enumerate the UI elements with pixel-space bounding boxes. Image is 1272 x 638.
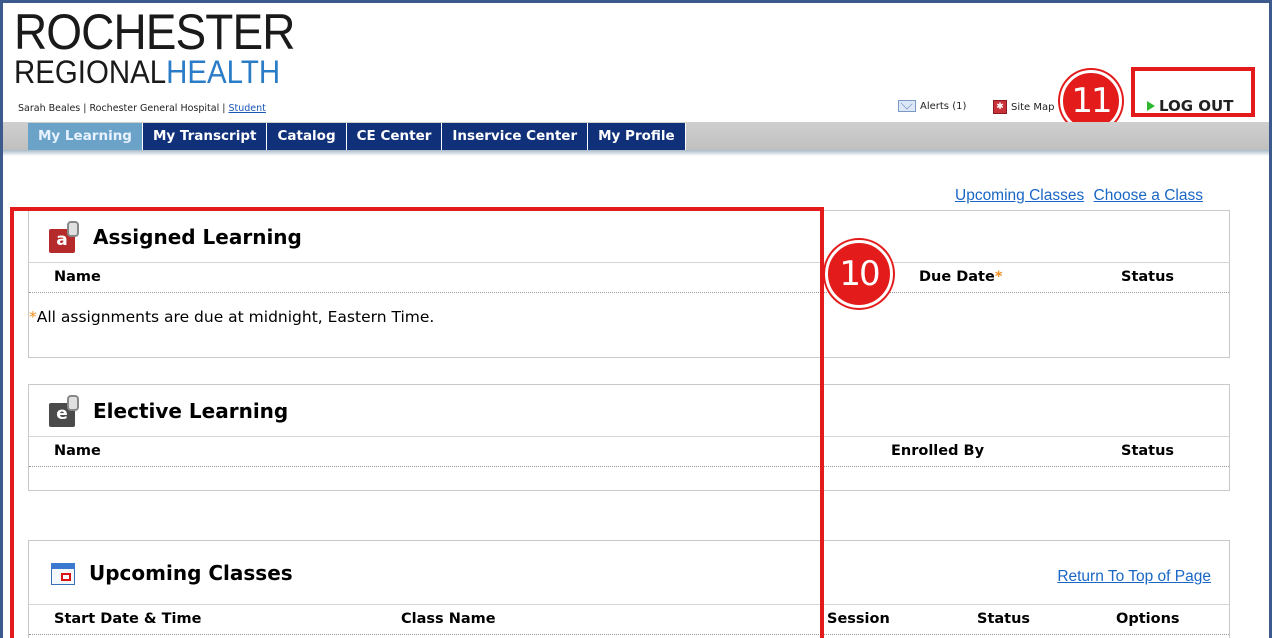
col-options[interactable]: Options — [1116, 611, 1180, 627]
brand-logo[interactable]: ROCHESTER REGIONALHEALTH — [14, 4, 319, 88]
quick-links: Upcoming Classes Choose a Class — [955, 187, 1208, 205]
upcoming-column-headers: Start Date & Time Class Name Session Sta… — [29, 605, 1229, 635]
col-class-name[interactable]: Class Name — [401, 611, 496, 627]
envelope-icon — [898, 100, 916, 112]
col-name[interactable]: Name — [54, 443, 101, 459]
assigned-learning-icon: a — [49, 220, 81, 253]
due-date-asterisk: * — [994, 269, 1003, 285]
tab-my-profile[interactable]: My Profile — [588, 123, 686, 150]
upcoming-classes-link[interactable]: Upcoming Classes — [955, 187, 1084, 204]
note-asterisk: * — [29, 308, 37, 326]
brand-line2: REGIONALHEALTH — [14, 56, 295, 88]
col-enrolled-by[interactable]: Enrolled By — [891, 443, 984, 459]
choose-class-link[interactable]: Choose a Class — [1094, 187, 1203, 204]
alerts-label: Alerts (1) — [920, 100, 967, 112]
upcoming-classes-title: Upcoming Classes — [89, 560, 293, 585]
col-status[interactable]: Status — [1121, 269, 1174, 285]
assigned-learning-panel: a Assigned Learning Name Due Date* Statu… — [28, 210, 1230, 358]
tab-catalog[interactable]: Catalog — [267, 123, 347, 150]
user-info: Sarah Beales | Rochester General Hospita… — [18, 103, 266, 114]
main-tabs: My Learning My Transcript Catalog CE Cen… — [28, 123, 686, 150]
site-map-icon: ✱ — [993, 100, 1007, 114]
elective-column-headers: Name Enrolled By Status — [29, 437, 1229, 467]
col-due-date[interactable]: Due Date* — [919, 269, 1002, 285]
col-status[interactable]: Status — [977, 611, 1030, 627]
tab-my-transcript[interactable]: My Transcript — [142, 123, 268, 150]
elective-learning-panel: e Elective Learning Name Enrolled By Sta… — [28, 384, 1230, 491]
site-map-label: Site Map — [1011, 101, 1055, 113]
alerts-link[interactable]: Alerts (1) — [898, 100, 966, 112]
assigned-column-headers: Name Due Date* Status — [29, 263, 1229, 293]
calendar-icon — [49, 559, 77, 587]
col-due-date-label: Due Date — [919, 269, 995, 285]
col-status[interactable]: Status — [1121, 443, 1174, 459]
assigned-learning-title: Assigned Learning — [93, 224, 302, 249]
nav-shadow — [3, 150, 1269, 156]
annotation-box-11 — [1131, 67, 1255, 117]
tab-my-learning[interactable]: My Learning — [28, 123, 143, 150]
assigned-learning-header: a Assigned Learning — [29, 211, 1229, 263]
col-session[interactable]: Session — [827, 611, 890, 627]
return-top-link[interactable]: Return To Top of Page — [1057, 568, 1211, 586]
role-link[interactable]: Student — [228, 103, 265, 114]
tab-ce-center[interactable]: CE Center — [346, 123, 443, 150]
elective-learning-header: e Elective Learning — [29, 385, 1229, 437]
brand-health: HEALTH — [166, 54, 281, 90]
due-note: *All assignments are due at midnight, Ea… — [29, 308, 434, 326]
brand-regional: REGIONAL — [14, 54, 167, 90]
annotation-badge-10: 10 — [825, 240, 893, 308]
elective-learning-icon: e — [49, 394, 81, 427]
upcoming-classes-header: Upcoming Classes Return To Top of Page — [29, 541, 1229, 605]
elective-learning-title: Elective Learning — [93, 398, 289, 423]
brand-line1: ROCHESTER — [14, 4, 295, 60]
tab-inservice-center[interactable]: Inservice Center — [442, 123, 589, 150]
upcoming-classes-panel: Upcoming Classes Return To Top of Page S… — [28, 540, 1230, 638]
user-text: Sarah Beales | Rochester General Hospita… — [18, 103, 229, 114]
due-note-text: All assignments are due at midnight, Eas… — [36, 308, 435, 326]
col-name[interactable]: Name — [54, 269, 101, 285]
site-map-link[interactable]: ✱ Site Map — [993, 100, 1054, 114]
col-start-date[interactable]: Start Date & Time — [54, 611, 201, 627]
